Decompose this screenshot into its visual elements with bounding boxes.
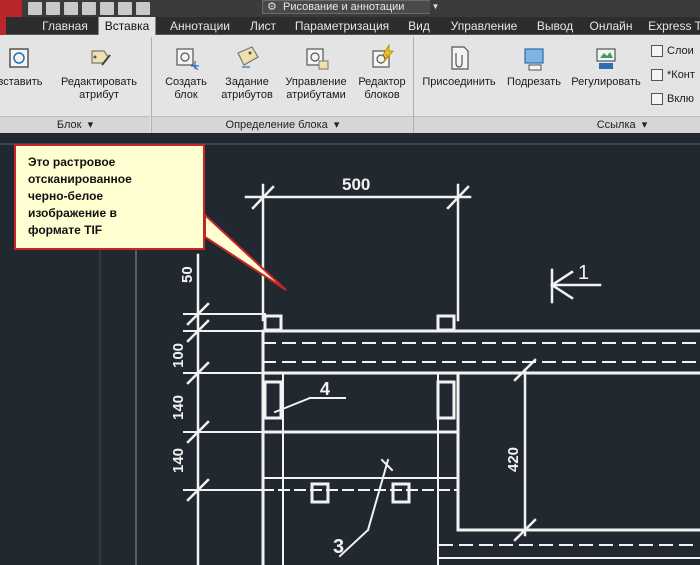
block-panel-title-text: Блок [56,119,82,131]
app-logo-icon[interactable] [0,0,22,17]
frame-icon [651,69,663,81]
block-panel-title[interactable]: Блок ▾ [0,116,150,133]
callout-line: черно-белое [28,189,104,203]
undo-icon[interactable] [118,2,132,15]
manage-attributes-label2: атрибутами [286,89,346,101]
dim-140b-text: 140 [170,448,187,473]
dim-100-text: 100 [170,343,187,368]
create-block-label: Создать [165,76,207,88]
snap-button[interactable]: Вклю [651,91,694,107]
insert-block-icon [9,48,29,68]
tab-online[interactable]: Онлайн [585,17,637,35]
tab-layout[interactable]: Лист [242,17,284,35]
callout-line: отсканированное [28,172,132,186]
adjust-icon [596,48,616,69]
callout-line: формате TIF [28,223,103,237]
tab-annotate[interactable]: Аннотации [160,17,240,35]
edit-attribute-button[interactable]: Редактировать атрибут [54,43,144,102]
callout-line: изображение в [28,206,117,220]
tab-parametric[interactable]: Параметризация [289,17,395,35]
print-icon[interactable] [100,2,114,15]
dim-500-text: 500 [342,175,370,194]
adjust-label: Регулировать [571,76,641,88]
open-file-icon[interactable] [46,2,60,15]
block-def-panel-title[interactable]: Определение блока ▾ [152,116,413,133]
snap-label: Вклю [667,93,694,105]
attach-label: Присоединить [422,76,496,88]
reference-panel-title[interactable]: Ссылка ▾ [414,116,700,133]
create-block-button[interactable]: Создать блок [158,43,214,102]
insert-block-button[interactable]: вставить [0,43,48,89]
snap-icon [651,93,663,105]
define-attributes-icon [237,46,259,68]
manage-attributes-icon [306,48,329,70]
save-as-icon[interactable] [82,2,96,15]
new-file-icon[interactable] [28,2,42,15]
dim-420-text: 420 [505,447,522,472]
save-icon[interactable] [64,2,78,15]
block-editor-icon [372,43,394,68]
quick-access-toolbar: ⚙ Рисование и аннотации ▼ [0,0,700,17]
clip-icon [524,48,544,71]
create-block-label2: блок [174,89,198,101]
redo-icon[interactable] [136,2,150,15]
gear-icon: ⚙ [267,1,277,13]
insert-block-label: вставить [0,76,43,88]
dim-50-text: 50 [179,266,196,283]
define-attributes-button[interactable]: Задание атрибутов [217,43,277,102]
label-4-text: 4 [320,379,330,399]
tooltip-callout: Это растровое отсканированное черно-бело… [14,144,205,250]
workspace-selector[interactable]: ⚙ Рисование и аннотации [262,0,440,14]
edit-attribute-label: Редактировать [61,76,137,88]
quick-access-tools [28,2,150,15]
define-attributes-label2: атрибутов [221,89,273,101]
label-3-text: 3 [333,536,344,558]
frame-label: *Конт [667,69,695,81]
chevron-down-icon: ▾ [638,119,648,131]
chevron-down-icon: ▾ [330,119,340,131]
layers-button[interactable]: Слои [651,43,694,59]
ribbon: вставить Редактировать атрибут Блок ▾ Со… [0,35,700,133]
tab-view[interactable]: Вид [402,17,436,35]
dim-140a-text: 140 [170,395,187,420]
reference-panel-title-text: Ссылка [596,119,636,131]
edit-attribute-icon [91,50,111,66]
app-menu-edge [0,17,6,35]
define-attributes-label: Задание [225,76,269,88]
workspace-label: Рисование и аннотации [283,1,405,13]
attach-icon [451,46,469,70]
tab-output[interactable]: Вывод [530,17,580,35]
clip-label: Подрезать [507,76,561,88]
callout-line: Это растровое [28,155,116,169]
create-block-icon [176,48,199,71]
tab-express-tools[interactable]: Express T [645,17,700,35]
attach-button[interactable]: Присоединить [416,43,502,89]
block-editor-label: Редактор [358,76,406,88]
layers-label: Слои [667,45,694,57]
tab-insert[interactable]: Вставка [98,17,156,35]
tab-home[interactable]: Главная [34,17,96,35]
adjust-button[interactable]: Регулировать [565,43,647,89]
ribbon-tabs: Главная Вставка Аннотации Лист Параметри… [0,17,700,35]
clip-button[interactable]: Подрезать [503,43,565,89]
manage-attributes-label: Управление [285,76,347,88]
tab-manage[interactable]: Управление [442,17,526,35]
chevron-down-icon[interactable]: ▼ [430,0,441,14]
frame-button[interactable]: *Конт [651,67,695,83]
block-editor-button[interactable]: Редактор блоков [353,43,411,102]
chevron-down-icon: ▾ [84,119,94,131]
block-editor-label2: блоков [364,89,400,101]
label-1-text: 1 [578,262,589,284]
manage-attributes-button[interactable]: Управление атрибутами [280,43,352,102]
block-def-panel-title-text: Определение блока [225,119,328,131]
edit-attribute-label2: атрибут [79,89,119,101]
layers-icon [651,45,663,57]
